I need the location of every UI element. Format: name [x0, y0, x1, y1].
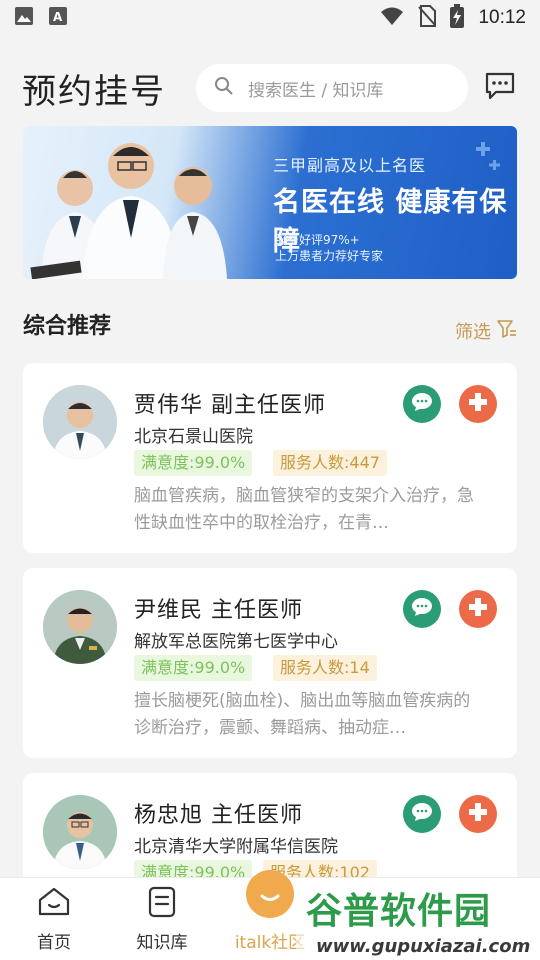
- search-input[interactable]: 搜索医生 / 知识库: [196, 64, 468, 112]
- doctor-card[interactable]: 杨忠旭 主任医师 北京清华大学附属华信医院 满意度:99.0% 服务人数:102: [23, 773, 517, 877]
- wifi-icon: [380, 6, 404, 30]
- filter-label: 筛选: [455, 322, 491, 343]
- consult-button[interactable]: [403, 795, 441, 833]
- gallery-icon: [14, 6, 34, 30]
- battery-charging-icon: [450, 4, 465, 32]
- page-title: 预约挂号: [22, 71, 166, 112]
- book-icon: [144, 884, 180, 920]
- filter-icon: [497, 319, 517, 343]
- doctor-description: 擅长脑梗死(脑血栓)、脑出血等脑血管疾病的诊断治疗，震颤、舞蹈病、抽动症…: [134, 691, 471, 738]
- doctor-name: 贾伟华 副主任医师: [134, 393, 326, 418]
- doctor-avatar: [43, 590, 117, 664]
- satisfaction-badge: 满意度:99.0%: [134, 860, 253, 877]
- doctor-card[interactable]: 尹维民 主任医师 解放军总医院第七医学中心 满意度:99.0% 服务人数:14 …: [23, 568, 517, 758]
- tab-label: italk社区: [234, 933, 306, 953]
- banner-line-1: 三甲副高及以上名医: [273, 156, 427, 175]
- medical-plus-icon: [468, 802, 488, 826]
- doctor-card[interactable]: 贾伟华 副主任医师 北京石景山医院 满意度:99.0% 服务人数:447 脑血管…: [23, 363, 517, 553]
- doctor-name: 尹维民 主任医师: [134, 598, 303, 623]
- message-icon: [484, 71, 516, 105]
- tab-knowledge[interactable]: 知识库: [108, 878, 216, 960]
- doctor-hospital: 解放军总医院第七医学中心: [134, 632, 338, 652]
- promo-banner[interactable]: 三甲副高及以上名医 名医在线 健康有保障 服务好评97%+ 上万患者力荐好专家: [23, 126, 517, 279]
- served-count-badge: 服务人数:14: [273, 655, 377, 681]
- banner-line-3: 服务好评97%+: [275, 233, 360, 247]
- status-time: 10:12: [478, 7, 526, 28]
- filter-button[interactable]: 筛选: [455, 318, 517, 344]
- search-placeholder: 搜索医生 / 知识库: [248, 80, 384, 101]
- consult-button[interactable]: [403, 590, 441, 628]
- register-button[interactable]: [459, 590, 497, 628]
- register-button[interactable]: [459, 795, 497, 833]
- italk-icon[interactable]: [246, 870, 294, 918]
- chat-bubble-icon: [411, 802, 433, 826]
- medical-plus-icon: [468, 597, 488, 621]
- doctor-name: 杨忠旭 主任医师: [134, 803, 303, 828]
- doctor-hospital: 北京清华大学附属华信医院: [134, 837, 338, 857]
- tab-label: 首页: [37, 933, 71, 953]
- status-bar: A 10:12: [0, 0, 540, 36]
- tab-home[interactable]: 首页: [0, 878, 108, 960]
- search-icon: [214, 76, 234, 100]
- watermark-url: www.gupuxiazai.com: [316, 936, 531, 957]
- messages-button[interactable]: [482, 70, 518, 106]
- doctor-avatar: [43, 385, 117, 459]
- medical-plus-icon: [468, 392, 488, 416]
- section-title: 综合推荐: [23, 314, 112, 339]
- tab-label: 知识库: [136, 933, 188, 953]
- no-sim-icon: [418, 5, 437, 31]
- header: 预约挂号 搜索医生 / 知识库: [0, 58, 540, 118]
- chat-bubble-icon: [411, 597, 433, 621]
- doctor-description: 脑血管疾病，脑血管狭窄的支架介入治疗，急性缺血性卒中的取栓治疗，在青…: [134, 486, 474, 533]
- home-icon: [36, 884, 72, 920]
- served-count-badge: 服务人数:447: [273, 450, 387, 476]
- svg-text:A: A: [53, 10, 63, 24]
- banner-line-4: 上万患者力荐好专家: [275, 249, 384, 263]
- doctor-hospital: 北京石景山医院: [134, 427, 253, 447]
- satisfaction-badge: 满意度:99.0%: [134, 655, 253, 681]
- font-app-icon: A: [48, 6, 68, 30]
- doctor-avatar: [43, 795, 117, 869]
- register-button[interactable]: [459, 385, 497, 423]
- consult-button[interactable]: [403, 385, 441, 423]
- chat-bubble-icon: [411, 392, 433, 416]
- satisfaction-badge: 满意度:99.0%: [134, 450, 253, 476]
- banner-subtext: 服务好评97%+ 上万患者力荐好专家: [275, 232, 383, 264]
- watermark-logo: 谷普软件园: [306, 891, 492, 932]
